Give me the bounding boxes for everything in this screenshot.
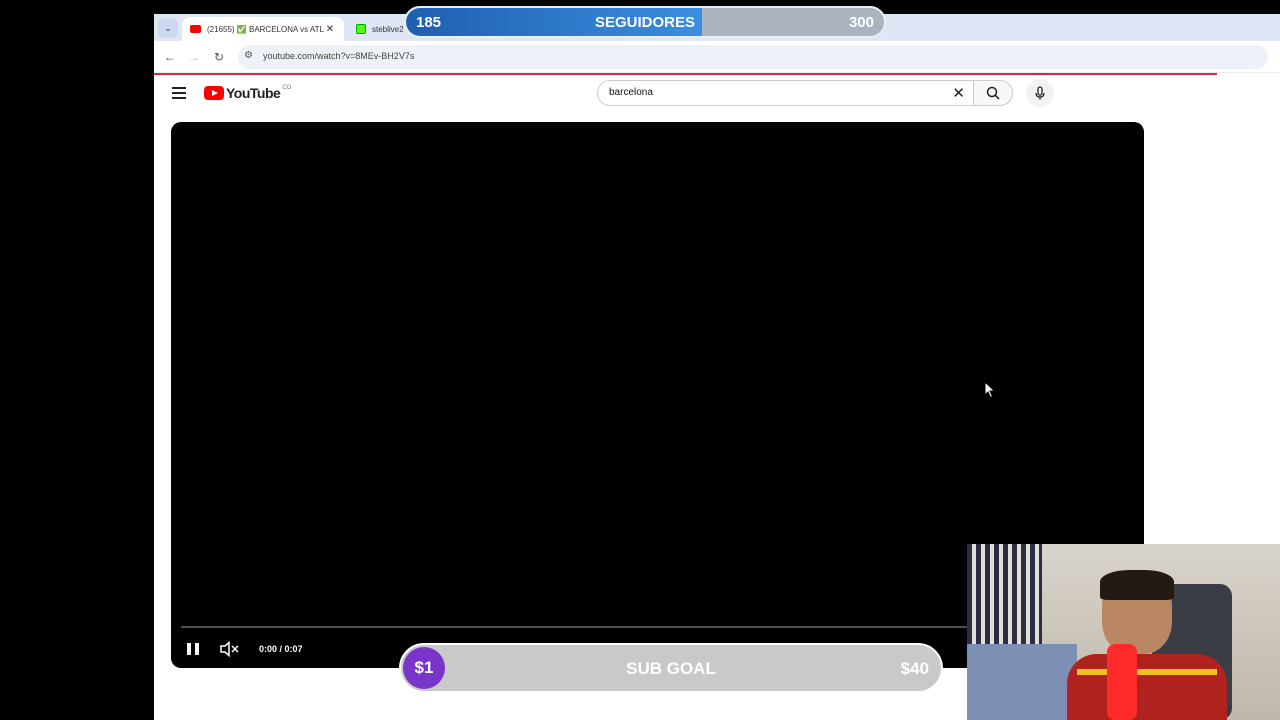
search-icon — [986, 86, 1000, 100]
search-input[interactable]: barcelona ✕ — [597, 80, 973, 106]
youtube-masthead: YouTube CO barcelona ✕ — [154, 76, 1280, 116]
hamburger-menu-icon[interactable] — [172, 87, 186, 99]
youtube-play-icon — [204, 86, 224, 100]
kick-favicon-icon — [356, 24, 366, 34]
site-info-icon[interactable]: ⚙ — [244, 50, 253, 61]
followers-goal-overlay: 185 SEGUIDORES 300 — [404, 6, 886, 38]
followers-target: 300 — [848, 14, 874, 31]
stream-canvas: ⌄ (21655) ✅ BARCELONA vs ATL ✕ steblive2… — [0, 0, 1280, 720]
back-icon[interactable]: ← — [162, 49, 178, 65]
search-query: barcelona — [609, 87, 653, 98]
mouse-cursor-icon — [984, 381, 996, 399]
pause-icon[interactable] — [187, 643, 199, 655]
tab-title: (21655) ✅ BARCELONA vs ATL — [207, 24, 324, 34]
sub-goal-title: SUB GOAL — [626, 659, 716, 678]
voice-search-button[interactable] — [1026, 79, 1054, 107]
search-button[interactable] — [973, 80, 1013, 106]
sub-goal-overlay: $1 SUB GOAL $40 — [399, 643, 943, 693]
followers-title: SEGUIDORES — [594, 14, 696, 31]
forward-icon[interactable]: → — [186, 49, 202, 65]
youtube-favicon-icon — [190, 25, 201, 33]
webcam-feed — [967, 544, 1280, 720]
youtube-wordmark: YouTube — [226, 85, 281, 101]
tab-search-button[interactable]: ⌄ — [158, 18, 178, 38]
tab-close-icon[interactable]: ✕ — [324, 24, 336, 35]
tab-youtube[interactable]: (21655) ✅ BARCELONA vs ATL ✕ — [182, 17, 344, 41]
reload-icon[interactable]: ↻ — [211, 49, 227, 65]
clear-search-icon[interactable]: ✕ — [952, 84, 965, 102]
microphone-icon — [1035, 86, 1045, 100]
url-text: youtube.com/watch?v=8MEv-BH2V7s — [263, 51, 415, 61]
page-loading-bar — [154, 73, 1217, 75]
country-code: CO — [282, 85, 292, 91]
time-display: 0:00 / 0:07 — [259, 644, 303, 654]
muted-volume-icon[interactable] — [219, 641, 239, 657]
sub-goal-target: $40 — [900, 659, 929, 678]
address-bar[interactable]: ⚙ youtube.com/watch?v=8MEv-BH2V7s — [238, 45, 1268, 69]
youtube-logo[interactable]: YouTube CO — [204, 85, 291, 101]
browser-toolbar: ← → ↻ ⚙ youtube.com/watch?v=8MEv-BH2V7s — [154, 41, 1280, 73]
